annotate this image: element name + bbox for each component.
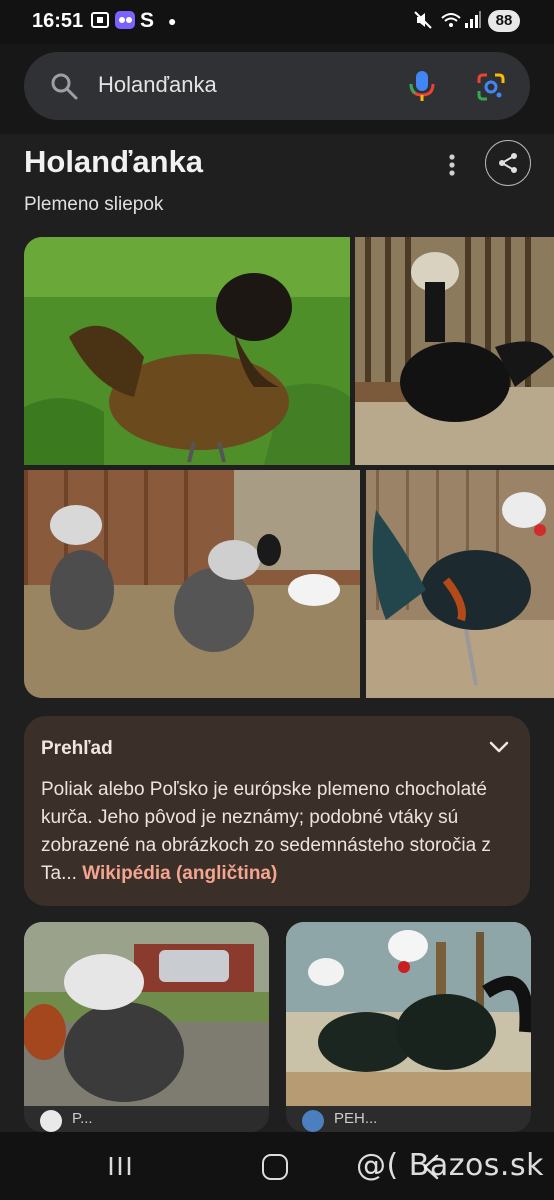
notification-dot-icon: ●	[168, 13, 177, 29]
chicken-image-black-white-crest[interactable]	[366, 470, 554, 698]
result-card[interactable]: PEH...	[286, 922, 531, 1132]
wifi-icon	[440, 10, 462, 32]
mute-icon	[414, 10, 432, 32]
favicon-icon	[40, 1110, 62, 1132]
search-input[interactable]: Holanďanka	[24, 52, 530, 120]
card-source: PEH...	[334, 1110, 378, 1127]
overview-title: Prehľad	[41, 738, 113, 759]
favicon-icon	[302, 1110, 324, 1132]
search-query[interactable]: Holanďanka	[98, 72, 217, 98]
search-header: Holanďanka	[0, 44, 554, 134]
chevron-down-icon[interactable]	[486, 734, 512, 760]
chicken-image-golden[interactable]	[24, 237, 350, 465]
search-icon	[51, 73, 78, 100]
home-icon[interactable]	[262, 1154, 288, 1180]
share-button[interactable]	[485, 140, 531, 186]
share-icon	[499, 153, 517, 173]
page-title: Holanďanka	[24, 144, 204, 179]
card-footer: P...	[24, 1106, 269, 1132]
more-options-icon[interactable]	[440, 150, 464, 180]
chicken-image-silver-laced[interactable]	[24, 470, 360, 698]
card-source: P...	[72, 1110, 93, 1127]
status-bar: 16:51 S ● 88	[0, 0, 554, 44]
battery-indicator: 88	[488, 10, 520, 32]
entity-subtitle: Plemeno sliepok	[24, 194, 164, 215]
card-footer: PEH...	[286, 1106, 531, 1132]
overview-card[interactable]: Prehľad Poliak alebo Poľsko je európske …	[24, 716, 530, 906]
recent-apps-icon[interactable]	[108, 1154, 132, 1178]
app-icon	[114, 10, 136, 32]
google-lens-icon[interactable]	[476, 72, 506, 102]
watermark-text: @( Bazos.sk	[356, 1148, 544, 1183]
signal-icon	[464, 10, 482, 32]
wikipedia-link[interactable]: Wikipédia (angličtina)	[82, 863, 277, 884]
status-time: 16:51	[32, 10, 84, 32]
chicken-image-black[interactable]	[355, 237, 554, 465]
screenshot-icon	[90, 10, 110, 32]
overview-description: Poliak alebo Poľsko je európske plemeno …	[41, 776, 521, 888]
result-card[interactable]: P...	[24, 922, 269, 1132]
microphone-icon[interactable]	[406, 69, 438, 103]
app-letter-icon: S	[140, 9, 155, 32]
